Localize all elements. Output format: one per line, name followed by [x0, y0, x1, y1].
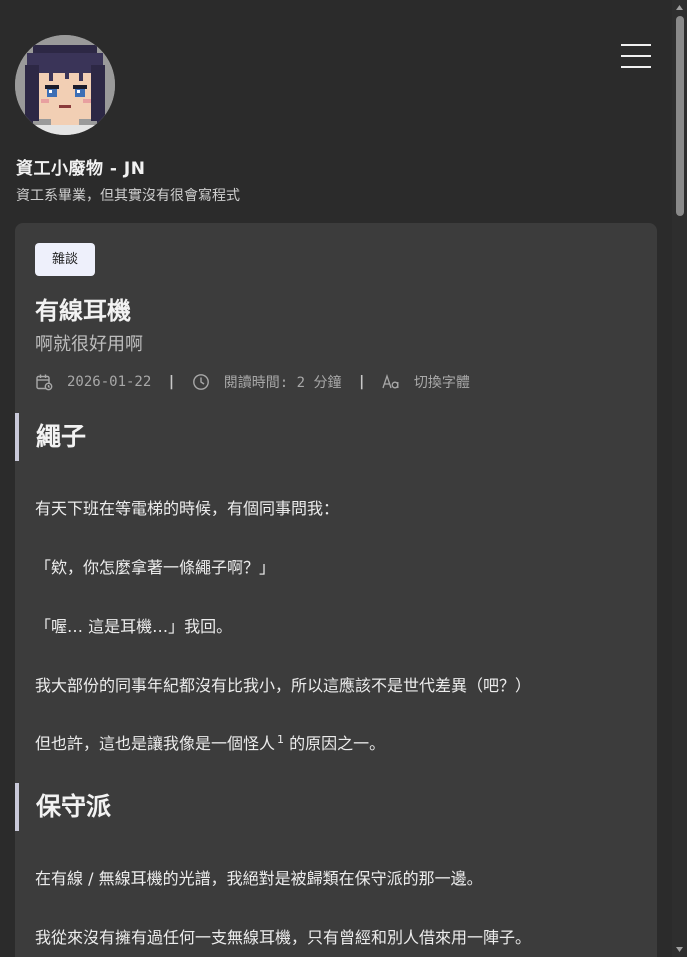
- post-date: 2026-01-22: [67, 374, 152, 390]
- paragraph: 我大部份的同事年紀都沒有比我小，所以這應該不是世代差異（吧？）: [35, 676, 532, 695]
- paragraph-text: 但也許，這也是讓我像是一個怪人: [35, 734, 276, 753]
- scroll-down-arrow-icon[interactable]: [675, 945, 684, 954]
- hamburger-icon-bar-top: [621, 44, 651, 46]
- meta-separator: |: [357, 374, 366, 390]
- post-subtitle: 啊就很好用啊: [35, 334, 143, 355]
- clock-icon: [192, 374, 209, 390]
- category-tag[interactable]: 雜談: [35, 243, 96, 276]
- calendar-icon: [36, 374, 53, 391]
- avatar[interactable]: [15, 35, 115, 135]
- reading-time: 閱讀時間: 2 分鐘: [223, 375, 342, 391]
- footnote-link[interactable]: 1: [277, 733, 284, 746]
- paragraph: 「喔… 這是耳機…」我回。: [35, 617, 233, 636]
- paragraph-text: 的原因之一。: [284, 734, 386, 753]
- font-toggle-link[interactable]: 切換字體: [414, 372, 470, 392]
- scrollbar[interactable]: [672, 0, 687, 957]
- site-description: 資工系畢業，但其實沒有很會寫程式: [16, 188, 240, 204]
- paragraph: 但也許，這也是讓我像是一個怪人 1 的原因之一。: [35, 730, 385, 754]
- paragraph: 「欸，你怎麼拿著一條繩子啊？」: [35, 558, 276, 577]
- section-heading: 保守派: [15, 783, 111, 831]
- paragraph: 在有線 / 無線耳機的光譜，我絕對是被歸類在保守派的那一邊。: [35, 869, 483, 888]
- paragraph: 我從來沒有擁有過任何一支無線耳機，只有曾經和別人借來用一陣子。: [35, 928, 532, 947]
- hamburger-icon-bar-middle: [621, 55, 651, 57]
- scrollbar-thumb[interactable]: [676, 16, 684, 216]
- post-title: 有線耳機: [35, 297, 131, 325]
- paragraph: 有天下班在等電梯的時候，有個同事問我：: [35, 499, 340, 518]
- post-meta: 2026-01-22 | 閱讀時間: 2 分鐘 | 切換字體: [35, 371, 470, 393]
- site-title[interactable]: 資工小廢物 - JN: [16, 154, 145, 179]
- page: 資工小廢物 - JN 資工系畢業，但其實沒有很會寫程式 雜談 有線耳機 啊就很好…: [0, 0, 672, 957]
- menu-button[interactable]: [616, 40, 656, 72]
- hamburger-icon-bar-bottom: [621, 66, 651, 68]
- section-heading: 繩子: [15, 413, 86, 461]
- scroll-up-arrow-icon[interactable]: [675, 3, 684, 12]
- article-card: 雜談 有線耳機 啊就很好用啊 2026-01-22 | 閱讀時間: 2 分鐘 |: [15, 223, 657, 957]
- meta-separator: |: [167, 374, 176, 390]
- font-aa-icon[interactable]: [382, 373, 400, 391]
